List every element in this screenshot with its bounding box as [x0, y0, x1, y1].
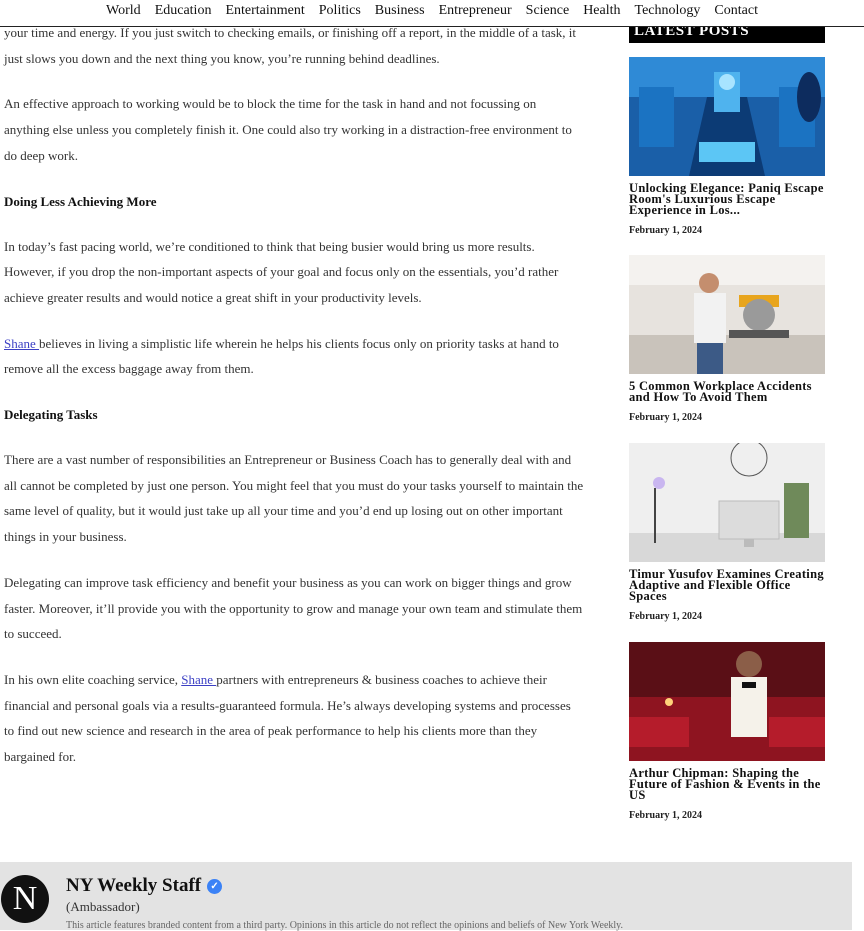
post-title[interactable]: Timur Yusufov Examines Creating Adaptive…: [629, 568, 825, 603]
nav-item-politics[interactable]: Politics: [312, 3, 368, 19]
article-paragraph: In his own elite coaching service, Shane…: [4, 667, 584, 770]
paragraph-text: In his own elite coaching service,: [4, 671, 182, 687]
escape-room-thumbnail[interactable]: [629, 57, 825, 176]
post-card[interactable]: 5 Common Workplace Accidents and How To …: [629, 255, 825, 423]
author-bio: This article features branded content fr…: [66, 920, 624, 931]
nav-list: World Education Entertainment Politics B…: [0, 3, 864, 19]
author-name[interactable]: NY Weekly Staff ✓: [66, 875, 223, 897]
post-date: February 1, 2024: [629, 225, 703, 236]
article-paragraph: Delegating can improve task efficiency a…: [4, 574, 583, 642]
nav-item-technology[interactable]: Technology: [628, 3, 708, 19]
post-card[interactable]: Unlocking Elegance: Paniq Escape Room's …: [629, 57, 825, 236]
nav-item-science[interactable]: Science: [519, 3, 577, 19]
post-date: February 1, 2024: [629, 810, 703, 821]
author-box: N NY Weekly Staff ✓ (Ambassador) This art…: [0, 862, 852, 931]
section-heading: Doing Less Achieving More: [4, 193, 157, 209]
article-paragraph: There are a vast number of responsibilit…: [4, 452, 584, 545]
paragraph-text: believes in living a simplistic life whe…: [4, 335, 559, 377]
avatar[interactable]: N: [1, 875, 49, 923]
post-title[interactable]: Unlocking Elegance: Paniq Escape Room's …: [629, 182, 825, 217]
nav-item-contact[interactable]: Contact: [707, 3, 765, 19]
top-navigation: World Education Entertainment Politics B…: [0, 0, 864, 27]
post-card[interactable]: Arthur Chipman: Shaping the Future of Fa…: [629, 642, 825, 821]
nav-item-education[interactable]: Education: [148, 3, 219, 19]
article-paragraph: Shane believes in living a simplistic li…: [4, 331, 584, 382]
post-title[interactable]: Arthur Chipman: Shaping the Future of Fa…: [629, 767, 825, 802]
workplace-thumbnail[interactable]: [629, 255, 825, 374]
post-date: February 1, 2024: [629, 412, 703, 423]
fashion-thumbnail[interactable]: [629, 642, 825, 761]
post-card[interactable]: Timur Yusufov Examines Creating Adaptive…: [629, 443, 825, 622]
office-thumbnail[interactable]: [629, 443, 825, 562]
nav-item-entrepreneur[interactable]: Entrepreneur: [432, 3, 519, 19]
author-name-text[interactable]: NY Weekly Staff: [66, 875, 201, 896]
author-role: (Ambassador): [66, 899, 140, 914]
nav-item-business[interactable]: Business: [368, 3, 432, 19]
shane-link[interactable]: Shane: [4, 336, 39, 351]
post-date: February 1, 2024: [629, 611, 703, 622]
post-title[interactable]: 5 Common Workplace Accidents and How To …: [629, 380, 825, 404]
shane-link[interactable]: Shane: [181, 672, 216, 687]
article-body: your time and energy. If you just switch…: [4, 20, 584, 790]
verified-badge-icon: ✓: [207, 879, 223, 895]
nav-item-entertainment[interactable]: Entertainment: [218, 3, 311, 19]
nav-item-world[interactable]: World: [99, 3, 148, 19]
article-paragraph: An effective approach to working would b…: [4, 96, 572, 163]
section-heading: Delegating Tasks: [4, 407, 98, 423]
article-paragraph: your time and energy. If you just switch…: [4, 25, 576, 66]
nav-item-health[interactable]: Health: [576, 3, 627, 19]
article-paragraph: In today’s fast pacing world, we’re cond…: [4, 238, 559, 305]
